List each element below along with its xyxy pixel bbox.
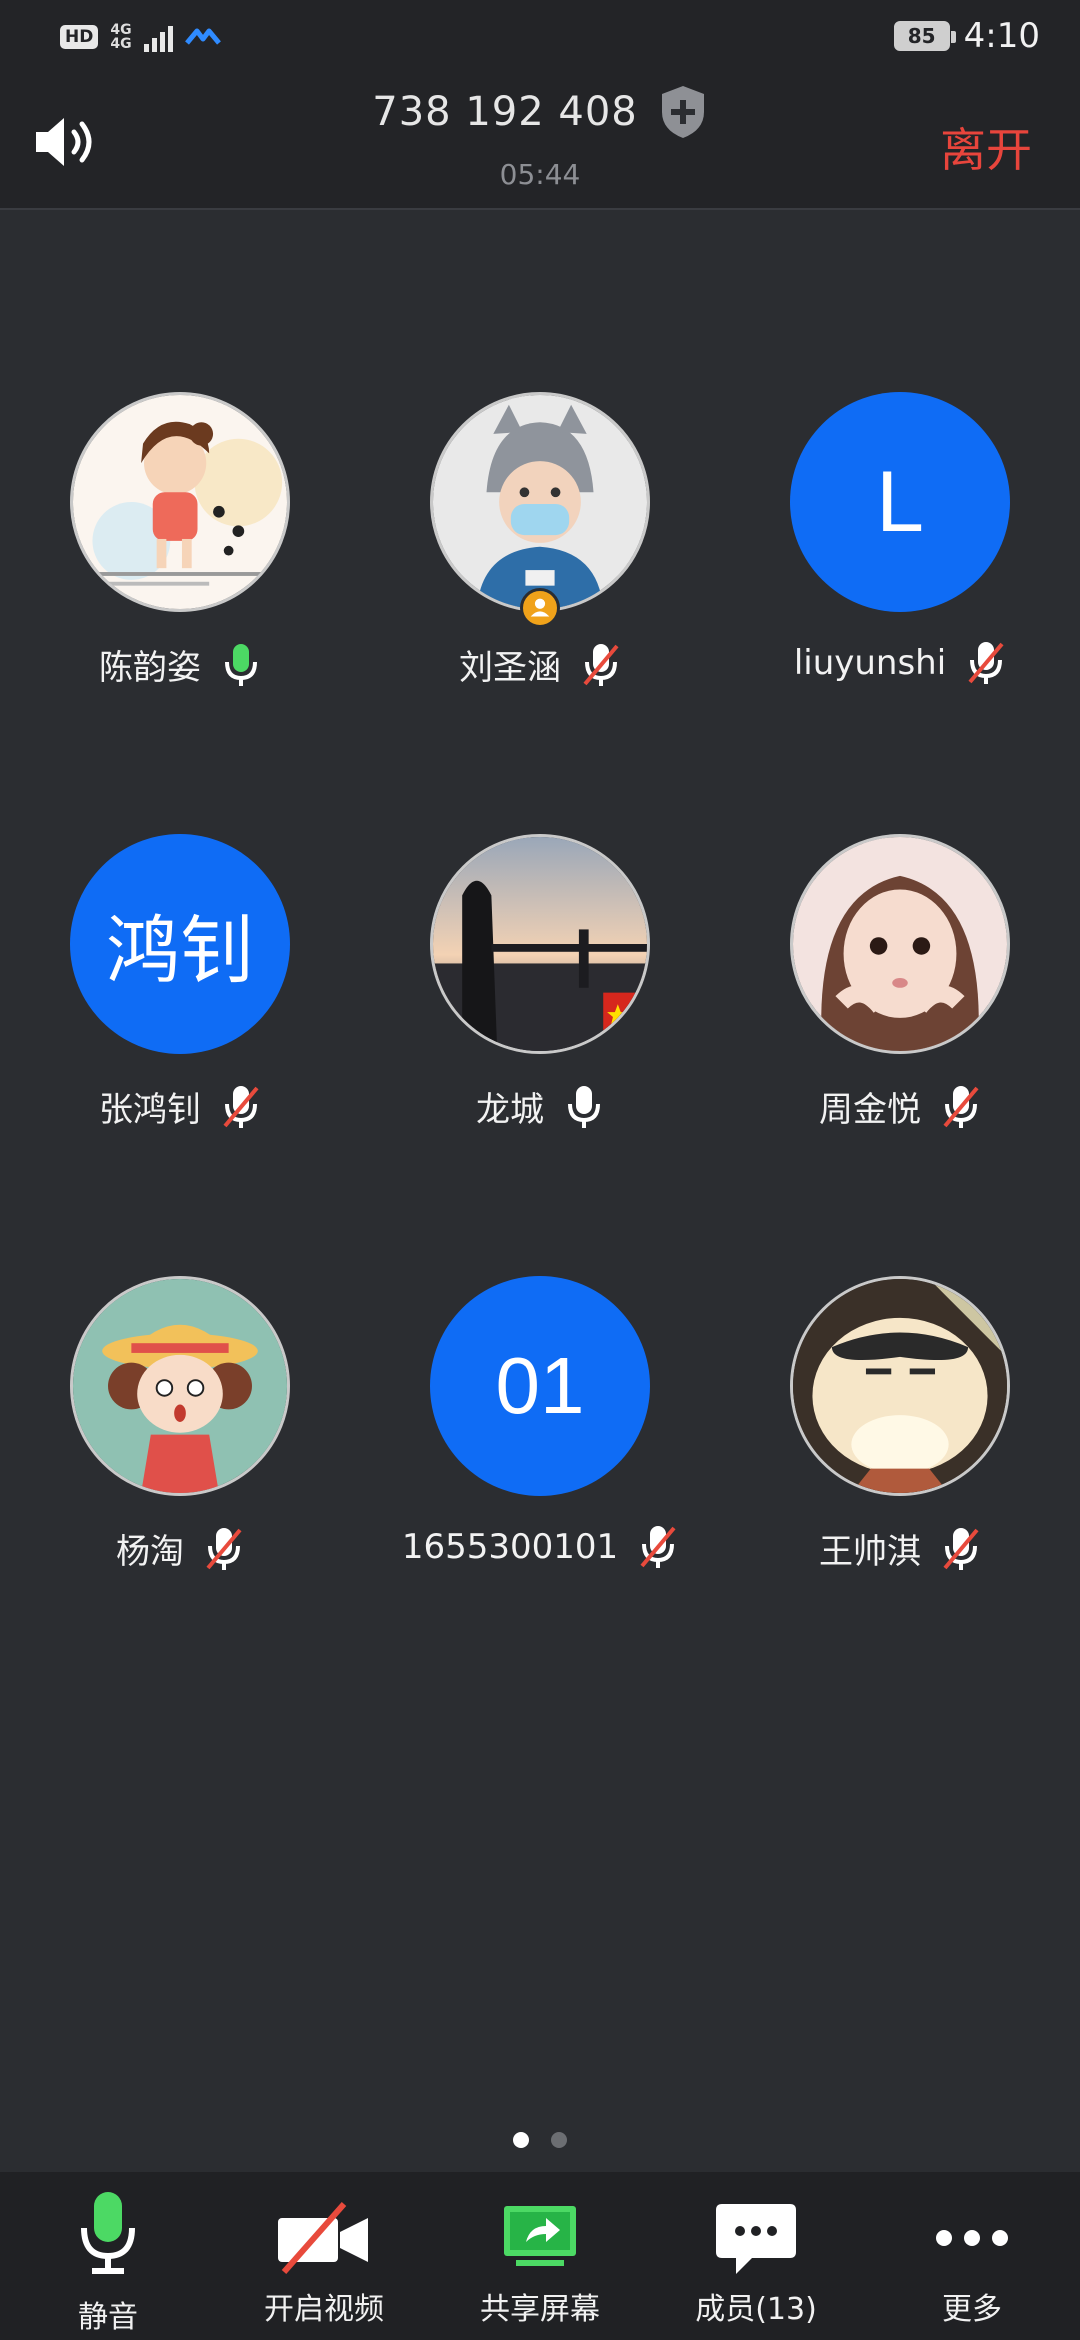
meeting-id: 738 192 408 — [372, 89, 638, 135]
participant-tile[interactable]: 杨淘 — [0, 1276, 360, 1576]
avatar: L — [790, 392, 1010, 612]
mute-label: 静音 — [78, 2300, 138, 2335]
mic-muted-icon — [968, 642, 1004, 684]
mic-muted-icon — [640, 1526, 676, 1568]
participant-name-row: 龙城 — [360, 1082, 720, 1131]
more-dots-icon — [936, 2230, 1008, 2246]
participant-name-row: 1655300101 — [360, 1524, 720, 1570]
chat-bubble-icon — [716, 2204, 796, 2274]
network-type-2: 4G — [110, 36, 132, 52]
mic-muted-icon — [206, 1527, 242, 1570]
page-dot-1[interactable] — [513, 2132, 529, 2148]
participant-name: 王帅淇 — [819, 1532, 921, 1572]
participant-name: 1655300101 — [401, 1527, 619, 1567]
avatar — [70, 1276, 290, 1496]
participant-name: 张鸿钊 — [99, 1090, 201, 1130]
participant-name: 龙城 — [476, 1090, 544, 1130]
hd-badge: HD — [60, 25, 99, 49]
participant-name-row: 刘圣涵 — [360, 640, 720, 689]
start-video-button[interactable]: 开启视频 — [216, 2172, 432, 2340]
avatar-initials: L — [876, 453, 924, 550]
avatar-photo-cartoon-girl-hat — [73, 1279, 287, 1493]
mic-on-icon — [568, 1085, 600, 1128]
avatar-initials: 01 — [495, 1341, 585, 1430]
avatar-photo-girl — [793, 837, 1007, 1051]
app-notification-icon — [184, 28, 221, 45]
battery-level: 85 — [907, 24, 936, 48]
meeting-duration: 05:44 — [499, 158, 581, 191]
status-right: 85 4:10 — [893, 16, 1040, 56]
participant-name-row: 张鸿钊 — [0, 1082, 360, 1131]
video-off-icon — [278, 2202, 368, 2274]
microphone-icon — [81, 2192, 135, 2274]
participant-name: 陈韵姿 — [99, 648, 201, 688]
avatar — [430, 392, 650, 612]
security-shield-icon[interactable] — [658, 84, 708, 140]
participant-tile[interactable]: 龙城 — [360, 834, 720, 1134]
avatar: 鸿钊 — [70, 834, 290, 1054]
participant-name-row: 陈韵姿 — [0, 640, 360, 689]
meeting-id-row[interactable]: 738 192 408 — [0, 84, 1080, 140]
bottom-toolbar: 静音 开启视频 共享屏幕 成员(13) 更多 — [0, 2172, 1080, 2340]
mic-on-icon — [225, 643, 257, 686]
participant-tile[interactable]: 周金悦 — [720, 834, 1080, 1134]
participant-name-row: 王帅淇 — [720, 1524, 1080, 1573]
network-indicator: 4G 4G — [110, 23, 131, 51]
share-screen-button[interactable]: 共享屏幕 — [432, 2172, 648, 2340]
mic-muted-icon — [943, 1527, 979, 1570]
mic-muted-icon — [583, 643, 619, 686]
avatar — [790, 834, 1010, 1054]
clock: 4:10 — [963, 16, 1040, 56]
participant-grid: 陈韵姿 刘圣涵 L liuyunshi 鸿钊 张鸿钊 龙城 周金悦 杨淘 01 … — [0, 210, 1080, 2130]
battery-icon: 85 — [893, 21, 956, 51]
participant-tile[interactable]: 01 1655300101 — [360, 1276, 720, 1576]
page-dot-2[interactable] — [551, 2132, 567, 2148]
avatar — [790, 1276, 1010, 1496]
mic-muted-icon — [223, 1085, 259, 1128]
participant-name: 周金悦 — [819, 1090, 921, 1130]
participant-tile[interactable]: 鸿钊 张鸿钊 — [0, 834, 360, 1134]
avatar — [430, 834, 650, 1054]
status-bar: HD 4G 4G 85 4:10 — [0, 0, 1080, 72]
avatar — [70, 392, 290, 612]
status-left: HD 4G 4G — [60, 22, 221, 52]
avatar: 01 — [430, 1276, 650, 1496]
participant-tile[interactable]: 王帅淇 — [720, 1276, 1080, 1576]
participant-name: liuyunshi — [793, 643, 947, 683]
leave-button[interactable]: 离开 — [940, 114, 1032, 180]
participant-name-row: 周金悦 — [720, 1082, 1080, 1131]
host-badge-icon — [520, 588, 560, 628]
participant-tile[interactable]: 刘圣涵 — [360, 392, 720, 692]
participant-name-row: liuyunshi — [720, 640, 1080, 686]
members-label: 成员(13) — [695, 2292, 817, 2327]
more-button[interactable]: 更多 — [864, 2172, 1080, 2340]
share-screen-icon — [504, 2206, 576, 2266]
page-indicator[interactable] — [0, 2132, 1080, 2148]
participant-tile[interactable]: 陈韵姿 — [0, 392, 360, 692]
video-label: 开启视频 — [264, 2292, 384, 2327]
avatar-initials: 鸿钊 — [106, 908, 254, 992]
participant-name-row: 杨淘 — [0, 1524, 360, 1573]
avatar-photo-girl-cartoon — [73, 395, 287, 609]
signal-icon — [143, 22, 173, 52]
mute-button[interactable]: 静音 — [0, 2172, 216, 2340]
avatar-photo-cartoon-boy — [793, 1279, 1007, 1493]
share-label: 共享屏幕 — [480, 2292, 600, 2327]
mic-muted-icon — [943, 1085, 979, 1128]
avatar-photo-sunset-person — [433, 837, 647, 1051]
avatar-photo-boy-hat — [433, 395, 647, 609]
members-button[interactable]: 成员(13) — [648, 2172, 864, 2340]
participant-tile[interactable]: L liuyunshi — [720, 392, 1080, 692]
participant-name: 刘圣涵 — [459, 648, 561, 688]
participant-name: 杨淘 — [116, 1532, 184, 1572]
more-label: 更多 — [942, 2292, 1002, 2327]
meeting-header: 738 192 408 05:44 离开 — [0, 72, 1080, 210]
